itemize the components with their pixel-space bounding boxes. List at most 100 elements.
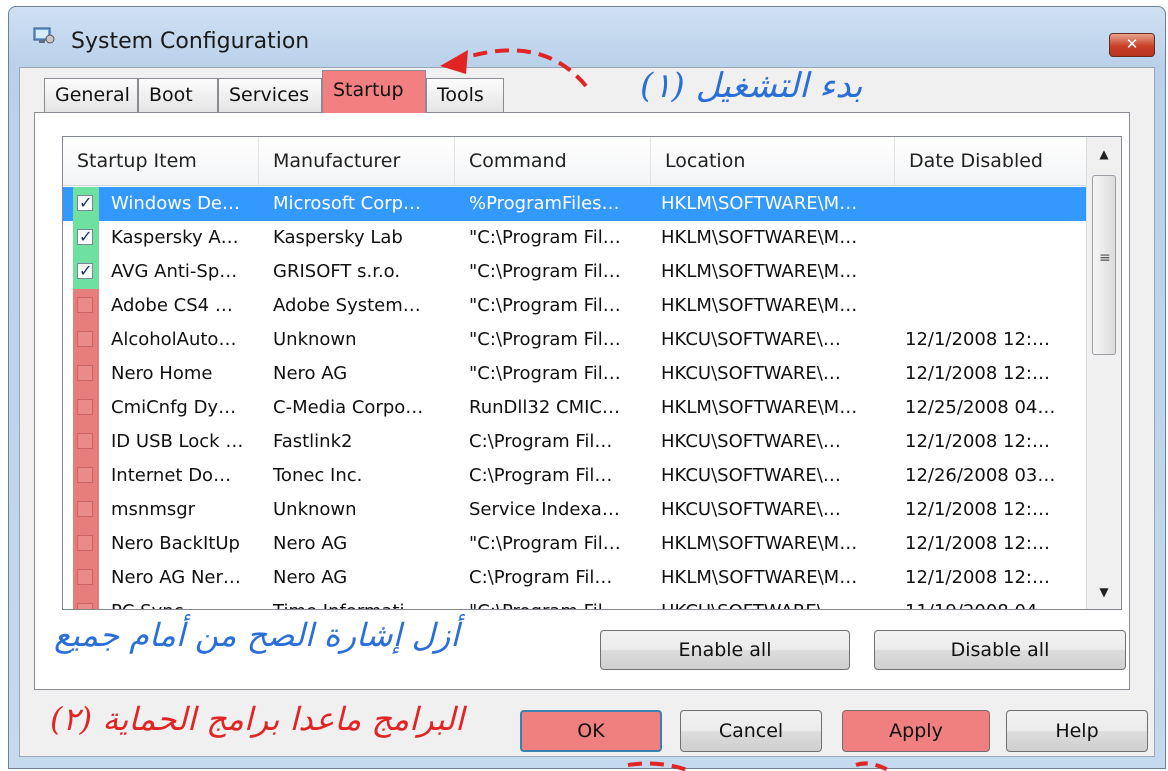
- table-row[interactable]: Nero BackItUp Nero AG "C:\Program Fil… HKLM…: [63, 527, 1087, 561]
- tab-label: Boot: [149, 84, 193, 106]
- cell-item: CmiCnfg Dy…: [111, 397, 237, 418]
- row-checkbox-cell: [73, 391, 99, 425]
- cell-date: 12/1/2008 12:…: [905, 329, 1050, 350]
- tab-label: Tools: [437, 84, 484, 106]
- enable-checkbox[interactable]: [77, 365, 93, 381]
- cell-command: "C:\Program Fil…: [469, 329, 621, 350]
- table-row[interactable]: ID USB Lock … Fastlink2 C:\Program Fil… HKC…: [63, 425, 1087, 459]
- cell-manufacturer: Unknown: [273, 499, 357, 520]
- cell-manufacturer: Unknown: [273, 329, 357, 350]
- help-button[interactable]: Help: [1006, 710, 1148, 752]
- row-checkbox-cell: [73, 527, 99, 561]
- enable-checkbox[interactable]: [77, 297, 93, 313]
- cell-location: HKCU\SOFTWARE\…: [661, 431, 841, 452]
- table-row[interactable]: Internet Do… Tonec Inc. C:\Program Fil… HKC…: [63, 459, 1087, 493]
- cell-date: 12/1/2008 12:…: [905, 431, 1050, 452]
- list-header: Startup Item Manufacturer Command Locati…: [63, 137, 1087, 186]
- cancel-button[interactable]: Cancel: [680, 710, 822, 752]
- annotation-step1-label: بدء التشغيل (١): [640, 66, 863, 106]
- enable-checkbox[interactable]: ✓: [77, 227, 93, 246]
- scroll-up-arrow-icon[interactable]: ▲: [1087, 137, 1121, 171]
- scroll-thumb[interactable]: ≡: [1092, 175, 1116, 355]
- table-row[interactable]: PC Sync Time Informati… "C:\Program Fil… HK…: [63, 595, 1087, 609]
- enable-checkbox[interactable]: ✓: [77, 261, 93, 280]
- row-checkbox-cell: [73, 459, 99, 493]
- cell-item: Kaspersky A…: [111, 227, 239, 248]
- tab-services[interactable]: Services: [218, 78, 322, 112]
- column-header-manufacturer[interactable]: Manufacturer: [259, 137, 455, 185]
- enable-checkbox[interactable]: [77, 331, 93, 347]
- tab-boot[interactable]: Boot: [138, 78, 218, 112]
- enable-checkbox[interactable]: ✓: [77, 193, 93, 212]
- row-checkbox-cell: [73, 357, 99, 391]
- cell-command: %ProgramFiles…: [469, 193, 620, 214]
- apply-button[interactable]: Apply: [842, 710, 990, 752]
- cell-date: [905, 255, 1080, 289]
- cell-command: Service Indexa…: [469, 499, 620, 520]
- cell-command: RunDll32 CMIC…: [469, 397, 620, 418]
- cell-item: AVG Anti-Sp…: [111, 261, 238, 282]
- cell-location: HKLM\SOFTWARE\M…: [661, 227, 858, 248]
- cell-manufacturer: Fastlink2: [273, 431, 353, 452]
- tab-general[interactable]: General: [44, 78, 138, 112]
- cell-item: AlcoholAuto…: [111, 329, 237, 350]
- table-row[interactable]: msnmsgr Unknown Service Indexa… HKCU\SOFTWA…: [63, 493, 1087, 527]
- checkmark-icon: ✓: [79, 227, 93, 246]
- row-checkbox-cell: [73, 493, 99, 527]
- tab-startup[interactable]: Startup: [322, 70, 426, 113]
- cell-command: "C:\Program Fil…: [469, 261, 621, 282]
- column-header-location[interactable]: Location: [651, 137, 895, 185]
- enable-all-button[interactable]: Enable all: [600, 630, 850, 670]
- tab-tools[interactable]: Tools: [426, 78, 504, 112]
- cell-command: C:\Program Fil…: [469, 465, 613, 486]
- enable-checkbox[interactable]: [77, 501, 93, 517]
- enable-checkbox[interactable]: [77, 535, 93, 551]
- cell-location: HKLM\SOFTWARE\M…: [661, 533, 858, 554]
- startup-items-list[interactable]: Startup Item Manufacturer Command Locati…: [62, 136, 1122, 610]
- tab-label: Services: [229, 84, 310, 106]
- table-row[interactable]: ✓ Kaspersky A… Kaspersky Lab "C:\Program Fi…: [63, 221, 1087, 255]
- enable-checkbox[interactable]: [77, 467, 93, 483]
- enable-checkbox[interactable]: [77, 399, 93, 415]
- ok-button[interactable]: OK: [520, 710, 662, 752]
- cell-command: C:\Program Fil…: [469, 431, 613, 452]
- column-header-date-disabled[interactable]: Date Disabled: [895, 137, 1087, 185]
- column-header-command[interactable]: Command: [455, 137, 651, 185]
- tab-label: Startup: [333, 79, 404, 101]
- row-checkbox-cell: [73, 323, 99, 357]
- table-row[interactable]: AlcoholAuto… Unknown "C:\Program Fil… HKCU\…: [63, 323, 1087, 357]
- window-title: System Configuration: [71, 29, 310, 54]
- cell-manufacturer: Time Informati…: [273, 595, 463, 609]
- checkmark-icon: ✓: [79, 193, 93, 212]
- cell-command: "C:\Program Fil…: [469, 533, 621, 554]
- cell-location: HKLM\SOFTWARE\M…: [661, 295, 858, 316]
- enable-checkbox[interactable]: [77, 603, 93, 609]
- cell-manufacturer: Microsoft Corp…: [273, 193, 422, 214]
- column-header-startup-item[interactable]: Startup Item: [63, 137, 259, 185]
- table-row[interactable]: Nero AG Ner… Nero AG C:\Program Fil… HKLM\S…: [63, 561, 1087, 595]
- table-row[interactable]: CmiCnfg Dy… C-Media Corpo… RunDll32 CMIC… H…: [63, 391, 1087, 425]
- system-config-icon: [33, 27, 55, 44]
- table-row[interactable]: ✓ Windows De… Microsoft Corp… %ProgramFiles…: [63, 187, 1087, 221]
- checkmark-icon: ✓: [79, 261, 93, 280]
- enable-checkbox[interactable]: [77, 569, 93, 585]
- cell-location: HKCU\SOFTWARE\…: [661, 465, 841, 486]
- scroll-down-arrow-icon[interactable]: ▼: [1087, 575, 1121, 609]
- cell-date: [905, 187, 1080, 221]
- vertical-scrollbar[interactable]: ▲ ≡ ▼: [1086, 137, 1121, 609]
- cell-location: HKCU\SOFTWARE\…: [661, 499, 841, 520]
- close-icon: ✕: [1125, 35, 1139, 53]
- cell-date: 12/25/2008 04…: [905, 397, 1056, 418]
- title-bar[interactable]: System Configuration ✕: [9, 7, 1165, 67]
- table-row[interactable]: Nero Home Nero AG "C:\Program Fil… HKCU\SOF…: [63, 357, 1087, 391]
- close-button[interactable]: ✕: [1109, 33, 1155, 57]
- cell-manufacturer: C-Media Corpo…: [273, 397, 424, 418]
- table-row[interactable]: Adobe CS4 … Adobe System… "C:\Program Fil……: [63, 289, 1087, 323]
- cell-item: Nero AG Ner…: [111, 567, 241, 588]
- cell-item: Adobe CS4 …: [111, 295, 233, 316]
- cell-date: [905, 289, 1080, 323]
- table-row[interactable]: ✓ AVG Anti-Sp… GRISOFT s.r.o. "C:\Program F…: [63, 255, 1087, 289]
- disable-all-button[interactable]: Disable all: [874, 630, 1126, 670]
- enable-checkbox[interactable]: [77, 433, 93, 449]
- cell-location: HKLM\SOFTWARE\M…: [661, 567, 858, 588]
